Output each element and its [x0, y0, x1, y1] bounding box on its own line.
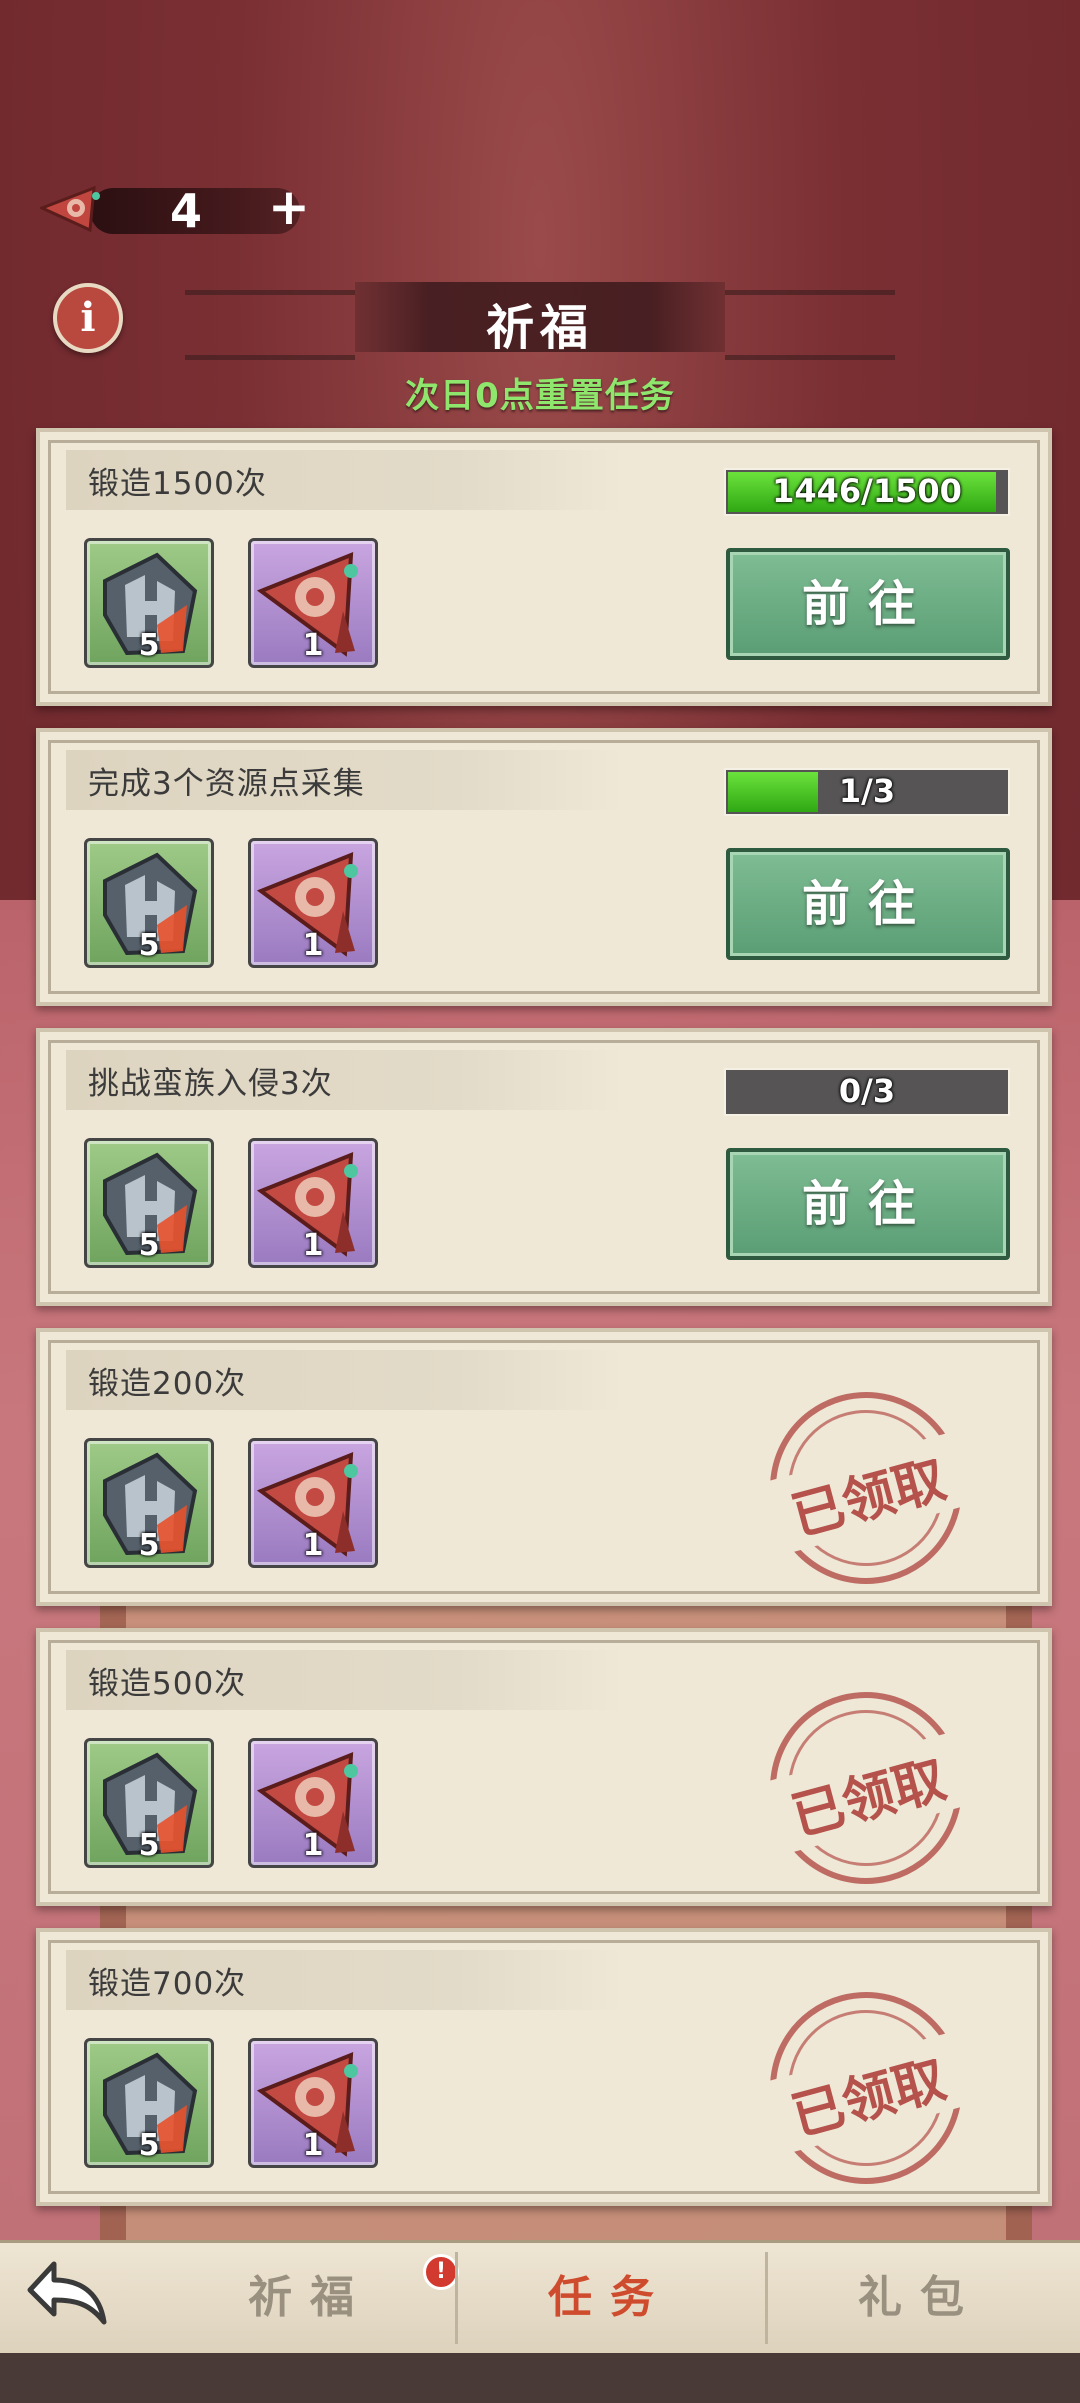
reward-slot[interactable]: 1 [248, 1438, 378, 1568]
reward-slot[interactable]: 1 [248, 1738, 378, 1868]
task-title: 挑战蛮族入侵3次 [88, 1066, 333, 1102]
task-card: 完成3个资源点采集 5 1 1/3 前往 [36, 728, 1052, 1006]
go-button[interactable]: 前往 [726, 1148, 1010, 1260]
task-card: 锻造200次 5 1 已领取 [36, 1328, 1052, 1606]
notification-badge: ! [423, 2254, 459, 2290]
progress-bar: 0/3 [724, 1068, 1010, 1116]
progress-text: 1446/1500 [772, 472, 962, 510]
reward-quantity: 5 [138, 1528, 160, 1563]
task-title: 锻造1500次 [88, 466, 267, 502]
currency-count: 4 [170, 184, 203, 238]
reward-quantity: 5 [138, 1228, 160, 1263]
claimed-stamp-text: 已领取 [761, 2031, 974, 2156]
reward-quantity: 1 [302, 2128, 324, 2163]
tab-divider [455, 2252, 458, 2344]
back-arrow-icon[interactable] [24, 2252, 114, 2332]
currency-display: 4 + [40, 178, 310, 244]
reward-quantity: 5 [138, 628, 160, 663]
title-banner: 祈福 [185, 270, 895, 360]
reward-slot[interactable]: 1 [248, 2038, 378, 2168]
task-card: 锻造1500次 5 1 1446/1500 前往 [36, 428, 1052, 706]
claimed-stamp-text: 已领取 [761, 1731, 974, 1856]
progress-text: 1/3 [838, 772, 896, 810]
reward-quantity: 5 [138, 1828, 160, 1863]
reward-slot[interactable]: 5 [84, 838, 214, 968]
tab-tasks[interactable]: 任务 [460, 2258, 760, 2338]
reward-slot[interactable]: 1 [248, 838, 378, 968]
task-title: 完成3个资源点采集 [88, 766, 365, 802]
reward-quantity: 1 [302, 628, 324, 663]
info-button[interactable]: i [53, 283, 123, 353]
go-button[interactable]: 前往 [726, 548, 1010, 660]
reward-slot[interactable]: 5 [84, 2038, 214, 2168]
claimed-stamp: 已领取 [748, 1370, 984, 1606]
bottom-strip [0, 2353, 1080, 2403]
claimed-stamp: 已领取 [748, 1970, 984, 2206]
reward-slot[interactable]: 5 [84, 1138, 214, 1268]
reward-quantity: 1 [302, 1528, 324, 1563]
claimed-stamp: 已领取 [748, 1670, 984, 1906]
page-title: 祈福 [485, 300, 594, 356]
tab-gift-pack[interactable]: 礼包 [770, 2258, 1070, 2338]
progress-bar: 1446/1500 [724, 468, 1010, 516]
reward-slot[interactable]: 1 [248, 1138, 378, 1268]
progress-text: 0/3 [838, 1072, 896, 1110]
reward-quantity: 1 [302, 1228, 324, 1263]
reward-slot[interactable]: 5 [84, 538, 214, 668]
task-title: 锻造700次 [88, 1966, 247, 2002]
progress-bar: 1/3 [724, 768, 1010, 816]
reward-slot[interactable]: 5 [84, 1738, 214, 1868]
task-title: 锻造500次 [88, 1666, 247, 1702]
task-card: 锻造500次 5 1 已领取 [36, 1628, 1052, 1906]
reward-quantity: 1 [302, 1828, 324, 1863]
reward-slot[interactable]: 1 [248, 538, 378, 668]
tab-blessing[interactable]: 祈福 [160, 2258, 460, 2338]
go-button[interactable]: 前往 [726, 848, 1010, 960]
reward-slot[interactable]: 5 [84, 1438, 214, 1568]
reward-quantity: 1 [302, 928, 324, 963]
prayer-flag-icon [40, 185, 100, 233]
reset-notice: 次日0点重置任务 [405, 376, 675, 416]
task-card: 锻造700次 5 1 已领取 [36, 1928, 1052, 2206]
task-card: 挑战蛮族入侵3次 5 1 0/3 前往 [36, 1028, 1052, 1306]
add-currency-button[interactable]: + [268, 178, 310, 236]
tab-divider [765, 2252, 768, 2344]
reward-quantity: 5 [138, 928, 160, 963]
task-title: 锻造200次 [88, 1366, 247, 1402]
claimed-stamp-text: 已领取 [761, 1431, 974, 1556]
reward-quantity: 5 [138, 2128, 160, 2163]
